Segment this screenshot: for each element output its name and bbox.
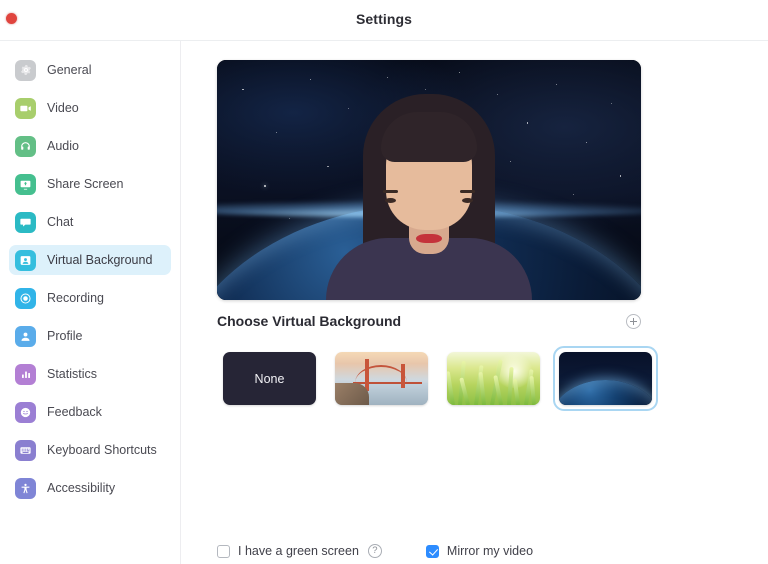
sidebar-item-label: Accessibility xyxy=(47,481,116,495)
person-icon xyxy=(15,325,36,347)
hair-front xyxy=(381,112,477,162)
background-option-none[interactable]: None xyxy=(217,346,322,411)
person-silhouette xyxy=(326,86,532,300)
background-option-label: None xyxy=(254,371,285,386)
person-frame-icon xyxy=(15,249,36,271)
video-camera-icon xyxy=(15,97,36,119)
sidebar-item-audio[interactable]: Audio xyxy=(9,131,171,161)
chat-bubble-icon xyxy=(15,211,36,233)
eye-right xyxy=(385,198,396,203)
background-thumbnail-list: None xyxy=(217,346,658,411)
green-screen-option[interactable]: I have a green screen ? xyxy=(217,544,382,558)
sidebar-item-statistics[interactable]: Statistics xyxy=(9,359,171,389)
sidebar-item-label: Statistics xyxy=(47,367,98,381)
golden-gate-thumbnail-image xyxy=(335,352,428,405)
green-screen-label: I have a green screen xyxy=(238,544,359,558)
sidebar-item-label: Feedback xyxy=(47,405,102,419)
mirror-video-option[interactable]: Mirror my video xyxy=(425,544,534,558)
window-title: Settings xyxy=(355,11,413,27)
background-option-earth[interactable] xyxy=(553,346,658,411)
sidebar-item-label: Share Screen xyxy=(47,177,124,191)
mirror-video-checkbox[interactable] xyxy=(425,544,439,558)
video-options-row: I have a green screen ? Mirror my video xyxy=(217,544,533,558)
sidebar-item-virtual-background[interactable]: Virtual Background xyxy=(9,245,171,275)
sidebar-item-label: Video xyxy=(47,101,79,115)
sidebar-item-label: Chat xyxy=(47,215,74,229)
gear-icon xyxy=(15,59,36,81)
sidebar-item-keyboard-shortcuts[interactable]: Keyboard Shortcuts xyxy=(9,435,171,465)
video-preview[interactable] xyxy=(217,60,641,300)
sidebar-item-general[interactable]: General xyxy=(9,55,171,85)
sidebar-item-label: Audio xyxy=(47,139,79,153)
record-circle-icon xyxy=(15,287,36,309)
accessibility-icon xyxy=(15,477,36,499)
section-header: Choose Virtual Background xyxy=(217,313,641,329)
sidebar-item-label: Profile xyxy=(47,329,83,343)
sidebar-item-accessibility[interactable]: Accessibility xyxy=(9,473,171,503)
title-bar: Settings xyxy=(0,0,768,41)
green-screen-checkbox[interactable] xyxy=(217,544,230,558)
sidebar-item-profile[interactable]: Profile xyxy=(9,321,171,351)
eye-left xyxy=(462,198,473,203)
sidebar-item-video[interactable]: Video xyxy=(9,93,171,123)
earth-thumbnail-image xyxy=(559,352,652,405)
settings-sidebar: General Video Audio Share Screen Chat Vi… xyxy=(0,41,181,564)
lips xyxy=(416,234,442,243)
sidebar-item-label: General xyxy=(47,63,92,77)
mirror-video-label: Mirror my video xyxy=(446,544,534,558)
headset-icon xyxy=(15,135,36,157)
help-icon[interactable]: ? xyxy=(367,544,382,558)
eyebrow-left xyxy=(460,190,475,193)
sidebar-item-recording[interactable]: Recording xyxy=(9,283,171,313)
background-option-golden-gate[interactable] xyxy=(329,346,434,411)
sidebar-item-label: Virtual Background xyxy=(47,253,153,267)
add-background-button[interactable] xyxy=(626,313,641,329)
sidebar-item-label: Recording xyxy=(47,291,104,305)
eyebrow-right xyxy=(383,190,398,193)
sidebar-item-label: Keyboard Shortcuts xyxy=(47,443,157,457)
bar-chart-icon xyxy=(15,363,36,385)
grass-thumbnail-image xyxy=(447,352,540,405)
smiley-icon xyxy=(15,401,36,423)
keyboard-icon xyxy=(15,439,36,461)
page-title: Choose Virtual Background xyxy=(217,313,402,329)
share-screen-icon xyxy=(15,173,36,195)
settings-window: Settings General Video Audio Share Scree… xyxy=(0,0,768,564)
background-option-grass[interactable] xyxy=(441,346,546,411)
sidebar-item-chat[interactable]: Chat xyxy=(9,207,171,237)
sidebar-item-share-screen[interactable]: Share Screen xyxy=(9,169,171,199)
sidebar-item-feedback[interactable]: Feedback xyxy=(9,397,171,427)
settings-main-panel: Choose Virtual Background None I have a … xyxy=(182,41,768,564)
